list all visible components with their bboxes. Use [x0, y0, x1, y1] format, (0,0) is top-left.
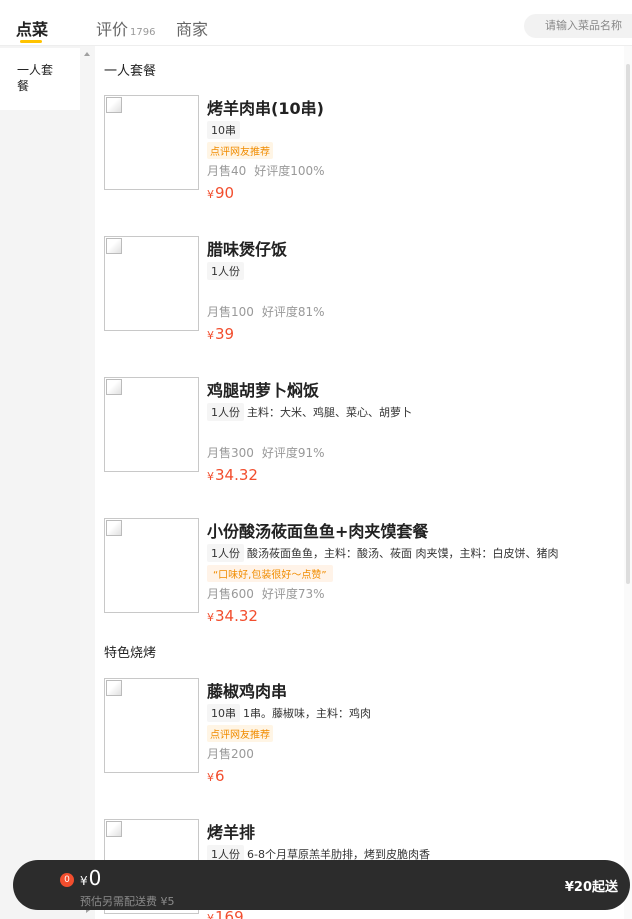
dish-price: ¥39 — [207, 325, 234, 343]
tab-reviews[interactable]: 评价 1796 — [96, 16, 155, 40]
currency-symbol: ¥ — [207, 329, 214, 342]
price-value: 34.32 — [215, 607, 258, 625]
broken-image-icon — [106, 97, 122, 113]
cart-bar[interactable]: 0 ¥0 预估另需配送费 ¥5 ¥20起送 — [13, 860, 630, 910]
monthly-sales: 月售40 — [207, 164, 247, 178]
dish-stats: 月售600 好评度73% — [207, 585, 325, 602]
dish-image[interactable] — [104, 678, 199, 773]
dish-description: 主料：大米、鸡腿、菜心、胡萝卜 — [247, 406, 412, 419]
monthly-sales: 月售100 — [207, 305, 254, 319]
dish-stats: 月售300 好评度91% — [207, 444, 325, 461]
monthly-sales: 月售300 — [207, 446, 254, 460]
spec-tag: 10串 — [207, 704, 240, 722]
dish-price: ¥6 — [207, 767, 225, 785]
sidebar-item-single-set[interactable]: 一人套餐 — [0, 48, 80, 110]
currency-symbol: ¥ — [207, 771, 214, 784]
currency-symbol: ¥ — [207, 912, 214, 919]
cart-total-value: 0 — [88, 866, 102, 890]
dish-item[interactable]: 小份酸汤莜面鱼鱼+肉夹馍套餐 1人份 酸汤莜面鱼鱼，主料：酸汤、莜面 肉夹馍，主料… — [104, 518, 614, 648]
recommend-badge: 点评网友推荐 — [207, 725, 273, 742]
section-title: 一人套餐 — [104, 64, 157, 79]
min-order-button[interactable]: ¥20起送 — [565, 876, 618, 895]
search-input[interactable]: 请输入菜品名称 — [524, 14, 632, 38]
dish-item[interactable]: 鸡腿胡萝卜焖饭 1人份 主料：大米、鸡腿、菜心、胡萝卜 月售300 好评度91% ¥… — [104, 377, 614, 507]
monthly-sales: 月售200 — [207, 747, 254, 761]
sidebar-item-label: 一人套餐 — [17, 63, 54, 93]
broken-image-icon — [106, 680, 122, 696]
broken-image-icon — [106, 821, 122, 837]
content-scrollbar[interactable] — [624, 46, 632, 919]
monthly-sales: 月售600 — [207, 587, 254, 601]
dish-name: 鸡腿胡萝卜焖饭 — [207, 381, 320, 400]
dish-price: ¥34.32 — [207, 466, 258, 484]
header: 点菜 评价 1796 商家 请输入菜品名称 — [0, 0, 632, 46]
currency-symbol: ¥ — [207, 188, 214, 201]
scrollbar-thumb[interactable] — [626, 64, 630, 584]
delivery-fee-note: 预估另需配送费 ¥5 — [80, 895, 175, 908]
broken-image-icon — [106, 379, 122, 395]
dish-item[interactable]: 烤羊肉串(10串) 10串 点评网友推荐 月售40 好评度100% ¥90 — [104, 95, 614, 225]
dish-image[interactable] — [104, 518, 199, 613]
price-value: 90 — [215, 184, 235, 202]
rating: 好评度91% — [261, 446, 325, 460]
dish-name: 烤羊排 — [207, 823, 256, 842]
broken-image-icon — [106, 238, 122, 254]
dish-spec: 10串 — [207, 121, 243, 139]
review-count: 1796 — [130, 27, 156, 38]
currency-symbol: ¥ — [207, 611, 214, 624]
tab-merchant[interactable]: 商家 — [176, 16, 208, 40]
menu-list: 一人套餐 烤羊肉串(10串) 10串 点评网友推荐 月售40 好评度100% ¥9… — [95, 46, 624, 919]
spec-tag: 10串 — [207, 121, 240, 139]
dish-price: ¥90 — [207, 184, 234, 202]
dish-price: ¥34.32 — [207, 607, 258, 625]
spec-tag: 1人份 — [207, 403, 244, 421]
dish-description: 1串。藤椒味，主料：鸡肉 — [243, 707, 371, 720]
dish-stats: 月售40 好评度100% — [207, 162, 325, 179]
dish-item[interactable]: 腊味煲仔饭 1人份 月售100 好评度81% ¥39 — [104, 236, 614, 366]
dish-image[interactable] — [104, 95, 199, 190]
dish-name: 小份酸汤莜面鱼鱼+肉夹馍套餐 — [207, 522, 429, 541]
price-value: 6 — [215, 767, 225, 785]
active-tab-indicator — [20, 40, 42, 43]
dish-name: 藤椒鸡肉串 — [207, 682, 288, 701]
currency-symbol: ¥ — [207, 470, 214, 483]
scroll-up-icon[interactable] — [84, 52, 90, 56]
dish-spec: 10串 1串。藤椒味，主料：鸡肉 — [207, 704, 371, 722]
dish-stats: 月售200 — [207, 745, 254, 762]
dish-image[interactable] — [104, 236, 199, 331]
tab-order[interactable]: 点菜 — [16, 16, 48, 40]
broken-image-icon — [106, 520, 122, 536]
scrollbar[interactable] — [80, 46, 95, 919]
price-value: 34.32 — [215, 466, 258, 484]
section-title: 特色烧烤 — [104, 646, 157, 661]
cart-count-badge: 0 — [60, 873, 74, 887]
review-quote: “口味好,包装很好～点赞” — [207, 565, 333, 582]
cart-total: ¥0 — [80, 866, 101, 890]
dish-item[interactable]: 藤椒鸡肉串 10串 1串。藤椒味，主料：鸡肉 点评网友推荐 月售200 ¥6 — [104, 678, 614, 808]
dish-spec: 1人份 — [207, 262, 247, 280]
dish-name: 腊味煲仔饭 — [207, 240, 288, 259]
category-sidebar: 一人套餐 — [0, 46, 80, 919]
dish-description: 酸汤莜面鱼鱼，主料：酸汤、莜面 肉夹馍，主料：白皮饼、猪肉 — [247, 547, 559, 560]
rating: 好评度100% — [254, 164, 325, 178]
dish-image[interactable] — [104, 377, 199, 472]
rating: 好评度81% — [261, 305, 325, 319]
dish-name: 烤羊肉串(10串) — [207, 99, 324, 118]
dish-spec: 1人份 主料：大米、鸡腿、菜心、胡萝卜 — [207, 403, 412, 421]
dish-spec: 1人份 酸汤莜面鱼鱼，主料：酸汤、莜面 肉夹馍，主料：白皮饼、猪肉 — [207, 544, 559, 562]
spec-tag: 1人份 — [207, 544, 244, 562]
rating: 好评度73% — [261, 587, 325, 601]
currency-symbol: ¥ — [80, 874, 88, 888]
recommend-badge: 点评网友推荐 — [207, 142, 273, 159]
dish-stats: 月售100 好评度81% — [207, 303, 325, 320]
price-value: 39 — [215, 325, 235, 343]
tab-reviews-label: 评价 — [96, 20, 129, 39]
spec-tag: 1人份 — [207, 262, 244, 280]
